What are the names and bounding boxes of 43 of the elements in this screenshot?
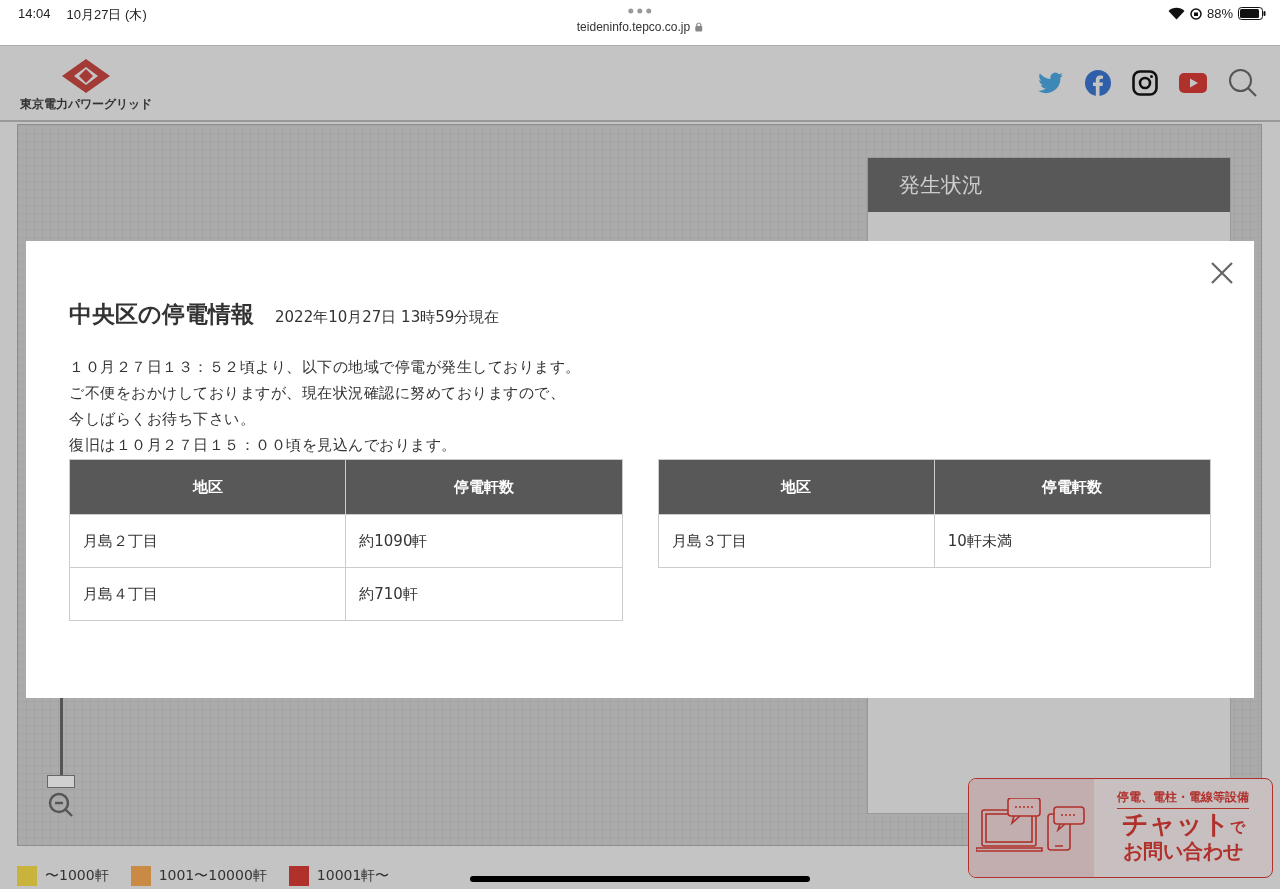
close-icon[interactable] [1210, 261, 1234, 285]
lock-icon [695, 22, 704, 32]
battery-percent: 88% [1206, 6, 1233, 21]
orientation-lock-icon [1189, 7, 1202, 20]
status-date: 10月27日 (木) [66, 6, 147, 24]
battery-icon [1238, 7, 1266, 20]
logo-text[interactable]: 東京電力パワーグリッド [20, 96, 152, 113]
modal-timestamp: 2022年10月27日 13時59分現在 [275, 308, 500, 327]
f-circle-icon[interactable] [1085, 70, 1111, 96]
zoom-out-icon[interactable] [48, 792, 74, 818]
logo-icon[interactable] [62, 59, 110, 93]
column-header: 停電軒数 [934, 459, 1211, 515]
table-cell: 月島４丁目 [69, 567, 346, 621]
table-cell: 月島３丁目 [658, 514, 935, 568]
panel-title: 発生状況 [868, 158, 1230, 212]
more-icon[interactable] [628, 8, 652, 14]
message-line: １０月２７日１３：５２頃より、以下の地域で停電が発生しております。 [69, 357, 582, 378]
zoom-slider-handle[interactable] [47, 775, 75, 788]
chat-banner[interactable]: 停電、電柱・電線等設備 チャット で お問い合わせ [968, 778, 1273, 878]
url-text[interactable]: teideninfo.tepco.co.jp [576, 20, 691, 34]
message-line: 今しばらくお待ち下さい。 [69, 409, 256, 430]
play-icon[interactable] [1179, 73, 1207, 93]
message-line: 復旧は１０月２７日１５：００頃を見込んでおります。 [69, 435, 458, 456]
column-header: 地区 [658, 459, 935, 515]
legend-label: 〜1000軒 [45, 867, 109, 885]
wifi-icon [1167, 7, 1185, 20]
chat-subtitle: 停電、電柱・電線等設備 [1117, 789, 1249, 809]
table-cell: 月島２丁目 [69, 514, 346, 568]
table-cell: 約710軒 [345, 567, 622, 621]
table-cell: 10軒未満 [934, 514, 1211, 568]
bird-icon[interactable] [1038, 72, 1064, 94]
column-header: 地区 [69, 459, 346, 515]
status-time: 14:04 [18, 6, 51, 21]
chat-title-suffix: で [1229, 818, 1245, 838]
legend-label: 10001軒〜 [316, 867, 390, 885]
legend-label: 1001〜10000軒 [158, 867, 267, 885]
message-line: ご不便をおかけしておりますが、現在状況確認に努めておりますので、 [69, 383, 566, 404]
column-header: 停電軒数 [345, 459, 622, 515]
search-icon[interactable] [1228, 68, 1258, 98]
chat-title: チャット [1121, 809, 1230, 841]
camera-icon[interactable] [1132, 70, 1158, 96]
table-cell: 約1090軒 [345, 514, 622, 568]
modal-title: 中央区の停電情報 [69, 300, 254, 329]
